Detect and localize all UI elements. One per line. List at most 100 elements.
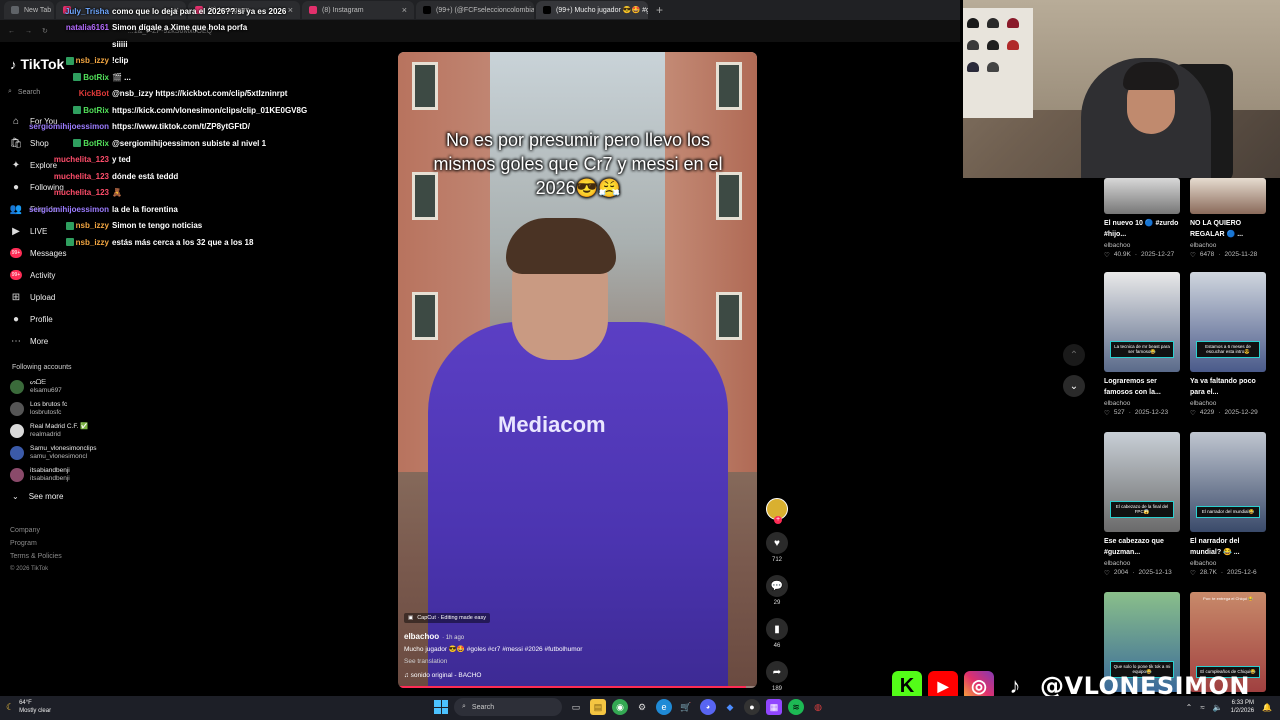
author-name[interactable]: elbachoo <box>404 632 439 641</box>
comment-button[interactable]: 💬 <box>766 575 788 597</box>
chat-message: nsb_izzy !clip <box>0 53 330 70</box>
close-icon[interactable]: × <box>402 5 407 15</box>
suggested-video-card[interactable]: El narrador del mundial😂 El narrador del … <box>1190 432 1268 577</box>
see-more-button[interactable]: ⌄ See more <box>12 492 63 501</box>
chrome-icon[interactable]: ◉ <box>612 699 628 715</box>
suggested-video-author[interactable]: elbachoo <box>1104 242 1182 249</box>
following-account[interactable]: Real Madrid C.F. ✅ realmadrid <box>10 420 96 442</box>
task-view-icon[interactable]: ▭ <box>568 699 584 715</box>
next-video-button[interactable]: ⌄ <box>1063 375 1085 397</box>
more-icon: ⋯ <box>11 335 21 347</box>
comment-count: 29 <box>773 600 781 606</box>
follow-plus-icon[interactable]: + <box>774 516 782 524</box>
spotify-icon[interactable]: ≋ <box>788 699 804 715</box>
browser-tab[interactable]: (99+) (@FCFseleccioncolombia ...× <box>416 1 534 19</box>
edge-icon[interactable]: e <box>656 699 672 715</box>
suggested-video-title[interactable]: El nuevo 10 🔵 #zurdo #hijo... <box>1104 218 1182 240</box>
cap <box>987 62 999 72</box>
capcut-tag[interactable]: ▣ CapCut · Editing made easy <box>404 613 490 623</box>
following-list: ᔕᗝᗴ elsamu697 Los brutos fc losbrutosfc Real… <box>10 376 96 486</box>
share-icon: ➦ <box>772 666 782 678</box>
sidebar-item-upload[interactable]: ⊞ Upload <box>10 286 66 308</box>
video-player[interactable]: Mediacom No es por presumir pero llevo l… <box>398 52 757 688</box>
creator-avatar[interactable]: + <box>766 498 788 524</box>
previous-video-button[interactable]: ⌃ <box>1063 344 1085 366</box>
file-explorer-icon[interactable]: ▤ <box>590 699 606 715</box>
activity-icon: 99+ <box>10 270 22 280</box>
dropbox-icon[interactable]: ◆ <box>722 699 738 715</box>
sidebar-item-more[interactable]: ⋯ More <box>10 330 66 352</box>
suggested-video-author[interactable]: elbachoo <box>1190 400 1268 407</box>
kick-badge-icon <box>65 221 74 230</box>
cap <box>1007 40 1019 50</box>
wifi-icon[interactable]: ≈ <box>1200 703 1204 712</box>
suggested-video-title[interactable]: Lograremos ser famosos con la... <box>1104 376 1182 398</box>
chat-username: BotRix <box>83 105 109 115</box>
chat-user: muchelita_123 <box>0 155 109 164</box>
chevron-up-icon[interactable]: ⌃ <box>1186 703 1193 712</box>
chat-message: BotRix 🎬 ... <box>0 69 330 86</box>
sound-link[interactable]: ♫ sonido original - BACHO <box>404 672 744 679</box>
weather-widget[interactable]: ☾ 64°F Mostly clear <box>6 699 51 715</box>
avatar <box>10 468 24 482</box>
video-thumbnail[interactable]: Estamos a 6 meses de escuchar esta intro… <box>1190 272 1266 372</box>
sidebar-item-profile[interactable]: ● Profile <box>10 308 66 330</box>
chat-message: muchelita_123 y ted <box>0 152 330 169</box>
account-name: ᔕᗝᗴ <box>30 379 46 386</box>
video-progress-bar[interactable] <box>398 686 757 688</box>
new-tab-icon[interactable]: + <box>650 3 669 17</box>
store-icon[interactable]: 🛒 <box>678 699 694 715</box>
suggested-video-title[interactable]: Ya va faltando poco para el... <box>1190 376 1268 398</box>
following-account[interactable]: ᔕᗝᗴ elsamu697 <box>10 376 96 398</box>
chat-text: https://kick.com/vlonesimon/clips/clip_0… <box>112 105 308 115</box>
share-button[interactable]: ➦ <box>766 661 788 683</box>
suggested-video-author[interactable]: elbachoo <box>1104 560 1182 567</box>
save-button[interactable]: ▮ <box>766 618 788 640</box>
see-translation-link[interactable]: See translation <box>404 658 744 665</box>
suggested-video-author[interactable]: elbachoo <box>1190 242 1268 249</box>
chat-text: https://www.tiktok.com/t/ZP8ytGFtD/ <box>112 122 250 132</box>
app-icon[interactable]: ◍ <box>810 699 826 715</box>
footer-link[interactable]: Program <box>10 537 62 550</box>
video-thumbnail[interactable]: La tecnica de mr beast para ser famoso😂 <box>1104 272 1180 372</box>
video-thumbnail[interactable] <box>1190 178 1266 214</box>
suggested-video-card[interactable]: Estamos a 6 meses de escuchar esta intro… <box>1190 272 1268 417</box>
kick-badge-icon <box>73 106 82 115</box>
chat-message: nsb_izzy Simon te tengo noticias <box>0 218 330 235</box>
twitch-icon[interactable]: ▦ <box>766 699 782 715</box>
following-account[interactable]: Samu_vlonesimonclips samu_vlonesimoncl <box>10 442 96 464</box>
suggested-video-title[interactable]: Ese cabezazo que #guzman... <box>1104 536 1182 558</box>
video-thumbnail[interactable] <box>1104 178 1180 214</box>
obs-icon[interactable]: ● <box>744 699 760 715</box>
speaker-icon[interactable]: 🔈 <box>1213 703 1223 712</box>
suggested-video-author[interactable]: elbachoo <box>1190 560 1268 567</box>
like-button[interactable]: ♥ <box>766 532 788 554</box>
copyright: © 2026 TikTok <box>10 566 49 572</box>
suggested-video-title[interactable]: El narrador del mundial? 😂 ... <box>1190 536 1268 558</box>
windows-start-icon[interactable] <box>434 700 448 714</box>
notification-icon[interactable]: 🔔 <box>1262 703 1272 712</box>
following-account[interactable]: Los brutos fc losbrutosfc <box>10 398 96 420</box>
view-count: 28.7K <box>1199 569 1217 576</box>
chat-user: sergiomihijoessimon <box>0 205 109 214</box>
video-thumbnail[interactable]: El cabezazo de la final del FPC😱 <box>1104 432 1180 532</box>
thumbnail-caption: El cabezazo de la final del FPC😱 <box>1110 501 1174 518</box>
suggested-video-card[interactable]: NO LA QUIERO REGALAR 🔵 ... elbachoo ♡ 6478 ·… <box>1190 178 1268 259</box>
suggested-video-title[interactable]: NO LA QUIERO REGALAR 🔵 ... <box>1190 218 1268 240</box>
footer-link[interactable]: Terms & Policies <box>10 550 62 563</box>
footer-link[interactable]: Company <box>10 524 62 537</box>
clock[interactable]: 6:33 PM 1/2/2026 <box>1231 699 1254 715</box>
suggested-video-author[interactable]: elbachoo <box>1104 400 1182 407</box>
following-account[interactable]: itsabiandbenji itsabiandbenji <box>10 464 96 486</box>
taskbar-search[interactable]: ⌕ Search <box>454 698 562 716</box>
suggested-video-card[interactable]: El cabezazo de la final del FPC😱 Ese cabe… <box>1104 432 1182 577</box>
browser-tab[interactable]: (99+) Mucho jugador 😎🤩 #go...× <box>536 1 648 19</box>
suggested-video-card[interactable]: El nuevo 10 🔵 #zurdo #hijo... elbachoo ♡ 40… <box>1104 178 1182 259</box>
discord-icon[interactable]: ◕ <box>700 699 716 715</box>
steam-icon[interactable]: ⚙ <box>634 699 650 715</box>
video-author[interactable]: elbachoo · 1h ago <box>404 632 744 641</box>
cap <box>967 62 979 72</box>
suggested-video-card[interactable]: La tecnica de mr beast para ser famoso😂 L… <box>1104 272 1182 417</box>
sidebar-item-activity[interactable]: 99+ Activity <box>10 264 66 286</box>
video-thumbnail[interactable]: El narrador del mundial😂 <box>1190 432 1266 532</box>
